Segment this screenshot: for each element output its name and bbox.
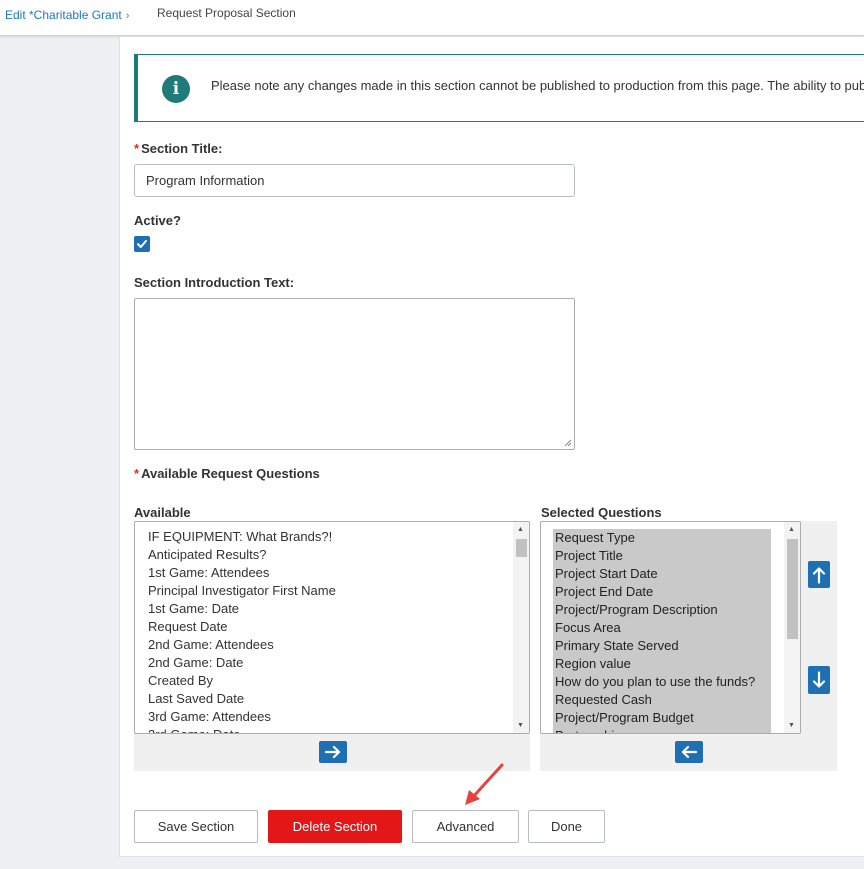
active-checkbox[interactable]: [134, 236, 150, 252]
available-items: IF EQUIPMENT: What Brands?! Anticipated R…: [148, 528, 336, 733]
required-mark: *: [134, 466, 140, 481]
save-section-button[interactable]: Save Section: [134, 810, 258, 843]
move-up-button[interactable]: [808, 561, 830, 588]
intro-text-label: Section Introduction Text:: [134, 275, 295, 290]
arrow-up-icon: [812, 566, 826, 583]
scroll-down-icon[interactable]: ▼: [788, 722, 795, 729]
arrow-right-icon: [325, 745, 341, 759]
list-item[interactable]: Last Saved Date: [148, 690, 336, 708]
selected-listbox[interactable]: Request Type Project Title Project Start D…: [540, 521, 801, 734]
scroll-thumb[interactable]: [516, 539, 527, 557]
list-item[interactable]: Project/Program Description: [553, 601, 771, 619]
delete-section-button[interactable]: Delete Section: [268, 810, 402, 843]
advanced-button[interactable]: Advanced: [412, 810, 519, 843]
add-question-button[interactable]: [319, 741, 347, 763]
list-item[interactable]: How do you plan to use the funds?: [553, 673, 771, 691]
scroll-up-icon[interactable]: ▲: [788, 526, 795, 533]
available-scrollbar[interactable]: ▲ ▼: [513, 522, 529, 733]
move-down-button[interactable]: [808, 666, 830, 694]
scroll-thumb[interactable]: [787, 539, 798, 639]
list-item[interactable]: Project Title: [553, 547, 771, 565]
available-header: Available: [134, 505, 191, 520]
selected-scrollbar[interactable]: ▲ ▼: [784, 522, 800, 733]
info-icon: i: [162, 75, 190, 103]
required-mark: *: [134, 141, 140, 156]
list-item[interactable]: 2nd Game: Attendees: [148, 636, 336, 654]
chevron-right-icon: ›: [125, 10, 130, 22]
scroll-up-icon[interactable]: ▲: [517, 526, 524, 533]
breadcrumb: Edit *Charitable Grant ›: [5, 8, 129, 22]
list-item[interactable]: Partnership: [553, 727, 771, 733]
remove-question-button[interactable]: [675, 741, 703, 763]
arrow-down-icon: [812, 671, 826, 688]
checkmark-icon: [137, 240, 147, 248]
list-item[interactable]: Principal Investigator First Name: [148, 582, 336, 600]
active-label: Active?: [134, 213, 181, 228]
list-item[interactable]: 3rd Game: Date: [148, 726, 336, 733]
section-title-label-text: Section Title:: [141, 141, 223, 156]
list-item[interactable]: 1st Game: Date: [148, 600, 336, 618]
list-item[interactable]: Request Type: [553, 529, 771, 547]
questions-label-text: Available Request Questions: [141, 466, 320, 481]
list-item[interactable]: 2nd Game: Date: [148, 654, 336, 672]
intro-textarea[interactable]: [134, 298, 575, 450]
list-item[interactable]: Project/Program Budget: [553, 709, 771, 727]
scroll-down-icon[interactable]: ▼: [517, 722, 524, 729]
selected-header: Selected Questions: [541, 505, 662, 520]
done-button[interactable]: Done: [528, 810, 605, 843]
breadcrumb-current: Request Proposal Section: [157, 6, 296, 20]
list-item[interactable]: Project End Date: [553, 583, 771, 601]
resize-grip-icon[interactable]: [564, 439, 572, 447]
list-item[interactable]: Created By: [148, 672, 336, 690]
list-item[interactable]: Focus Area: [553, 619, 771, 637]
questions-label: * Available Request Questions: [134, 466, 320, 481]
available-listbox[interactable]: IF EQUIPMENT: What Brands?! Anticipated R…: [134, 521, 530, 734]
list-item[interactable]: Requested Cash: [553, 691, 771, 709]
annotation-arrow: [465, 763, 504, 805]
list-item[interactable]: Request Date: [148, 618, 336, 636]
list-item[interactable]: Primary State Served: [553, 637, 771, 655]
list-item[interactable]: Project Start Date: [553, 565, 771, 583]
list-item[interactable]: 3rd Game: Attendees: [148, 708, 336, 726]
info-notice: i Please note any changes made in this s…: [134, 54, 864, 122]
breadcrumb-parent-link[interactable]: Edit *Charitable Grant: [5, 8, 122, 22]
section-title-label: * Section Title:: [134, 141, 222, 156]
breadcrumb-bar: Edit *Charitable Grant › Request Proposal…: [0, 0, 864, 36]
list-item[interactable]: Anticipated Results?: [148, 546, 336, 564]
list-item[interactable]: Region value: [553, 655, 771, 673]
section-title-input[interactable]: [134, 164, 575, 197]
selected-items: Request Type Project Title Project Start D…: [553, 529, 771, 733]
arrow-left-icon: [681, 745, 697, 759]
list-item[interactable]: IF EQUIPMENT: What Brands?!: [148, 528, 336, 546]
notice-text: Please note any changes made in this sec…: [211, 78, 864, 93]
list-item[interactable]: 1st Game: Attendees: [148, 564, 336, 582]
